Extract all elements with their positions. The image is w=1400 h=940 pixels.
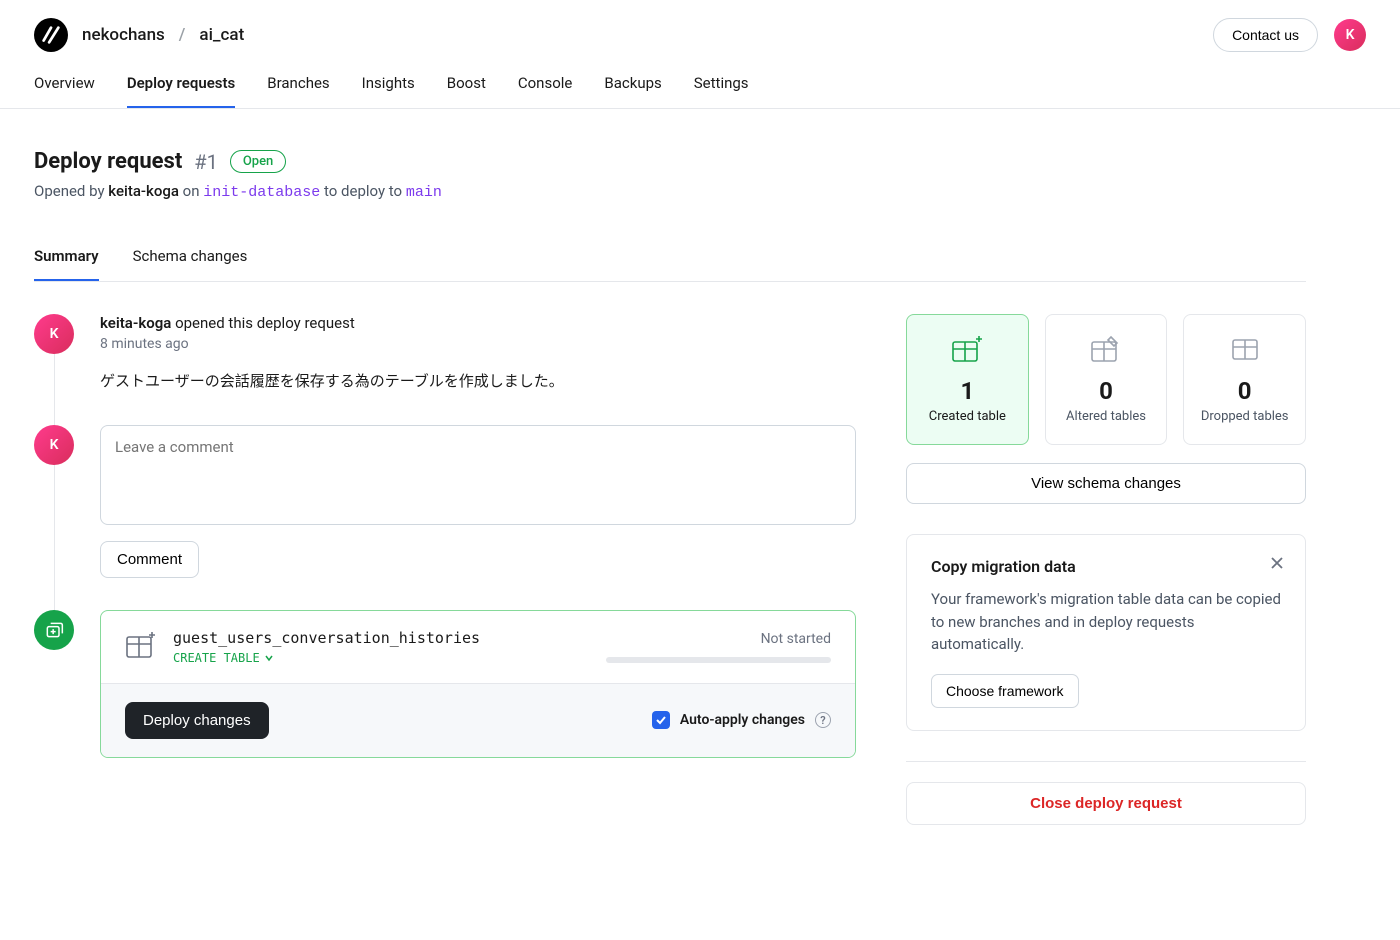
breadcrumb-org[interactable]: nekochans: [82, 25, 165, 45]
nav-branches[interactable]: Branches: [267, 74, 329, 108]
breadcrumb-separator: /: [179, 25, 186, 45]
target-branch-link[interactable]: main: [406, 184, 442, 201]
nav-deploy-requests[interactable]: Deploy requests: [127, 74, 235, 108]
top-bar: nekochans / ai_cat Contact us K: [0, 0, 1400, 52]
nav-backups[interactable]: Backups: [604, 74, 661, 108]
user-avatar[interactable]: K: [1334, 19, 1366, 51]
opened-by-label: Opened by: [34, 182, 105, 200]
main-nav: Overview Deploy requests Branches Insigh…: [0, 52, 1400, 109]
altered-count: 0: [1056, 377, 1157, 405]
nav-console[interactable]: Console: [518, 74, 573, 108]
stack-plus-icon: [44, 620, 64, 640]
page-title: Deploy request: [34, 149, 182, 174]
header-subline: Opened by keita-koga on init-database to…: [34, 182, 1306, 201]
schema-stats: 1 Created table 0 Altered tables: [906, 314, 1306, 445]
current-user-avatar[interactable]: K: [34, 425, 74, 465]
table-drop-icon: [1228, 335, 1262, 363]
progress-bar: [606, 657, 831, 663]
nav-settings[interactable]: Settings: [694, 74, 749, 108]
status-badge: Open: [230, 150, 286, 173]
chevron-down-icon: [264, 653, 274, 663]
top-right: Contact us K: [1213, 18, 1366, 52]
comment-button[interactable]: Comment: [100, 541, 199, 578]
migration-body: Your framework's migration table data ca…: [931, 588, 1281, 656]
breadcrumb: nekochans / ai_cat: [34, 18, 244, 52]
auto-apply-checkbox[interactable]: [652, 711, 670, 729]
table-edit-icon: [1089, 335, 1123, 363]
source-branch-link[interactable]: init-database: [203, 184, 320, 201]
close-deploy-request-button[interactable]: Close deploy request: [906, 782, 1306, 825]
table-plus-icon: [125, 631, 157, 663]
table-create-icon: [950, 335, 984, 363]
altered-label: Altered tables: [1056, 409, 1157, 424]
stat-dropped[interactable]: 0 Dropped tables: [1183, 314, 1306, 445]
close-icon: [1269, 555, 1285, 571]
sub-tabs: Summary Schema changes: [34, 247, 1306, 282]
dropped-count: 0: [1194, 377, 1295, 405]
event-time: 8 minutes ago: [100, 336, 856, 352]
page-header: Deploy request #1 Open: [34, 149, 1306, 174]
deploy-request-number: #1: [194, 150, 218, 174]
migration-close-button[interactable]: [1269, 555, 1285, 575]
event-action: opened this deploy request: [175, 314, 355, 332]
view-schema-changes-button[interactable]: View schema changes: [906, 463, 1306, 504]
tab-summary[interactable]: Summary: [34, 247, 99, 281]
timeline-comment: K Comment: [34, 425, 856, 610]
help-icon[interactable]: ?: [815, 712, 831, 728]
tab-schema-changes[interactable]: Schema changes: [133, 247, 248, 281]
comment-input[interactable]: [100, 425, 856, 525]
deploy-card: guest_users_conversation_histories CREAT…: [100, 610, 856, 758]
stat-created[interactable]: 1 Created table: [906, 314, 1029, 445]
ddl-label: CREATE TABLE: [173, 651, 260, 665]
deploy-step-icon: [34, 610, 74, 650]
choose-framework-button[interactable]: Choose framework: [931, 674, 1079, 708]
author-avatar[interactable]: K: [34, 314, 74, 354]
breadcrumb-repo[interactable]: ai_cat: [199, 25, 244, 45]
divider: [906, 761, 1306, 762]
check-icon: [655, 714, 667, 726]
dropped-label: Dropped tables: [1194, 409, 1295, 424]
stat-altered[interactable]: 0 Altered tables: [1045, 314, 1168, 445]
nav-overview[interactable]: Overview: [34, 74, 95, 108]
deploy-changes-button[interactable]: Deploy changes: [125, 702, 269, 739]
event-description: ゲストユーザーの会話履歴を保存する為のテーブルを作成しました。: [100, 370, 856, 393]
created-label: Created table: [917, 409, 1018, 424]
ddl-toggle[interactable]: CREATE TABLE: [173, 651, 480, 665]
auto-apply-label: Auto-apply changes: [680, 712, 805, 728]
logo[interactable]: [34, 18, 68, 52]
author-link[interactable]: keita-koga: [108, 182, 179, 200]
table-name: guest_users_conversation_histories: [173, 629, 480, 647]
deploy-to-label: to deploy to: [324, 182, 402, 200]
logo-icon: [40, 24, 62, 46]
nav-boost[interactable]: Boost: [447, 74, 486, 108]
event-author[interactable]: keita-koga: [100, 314, 171, 332]
timeline: K keita-koga opened this deploy request …: [34, 314, 856, 758]
created-count: 1: [917, 377, 1018, 405]
event-heading: keita-koga opened this deploy request: [100, 314, 856, 332]
deploy-status: Not started: [761, 631, 831, 647]
migration-title: Copy migration data: [931, 557, 1281, 576]
timeline-deploy-card: guest_users_conversation_histories CREAT…: [34, 610, 856, 758]
nav-insights[interactable]: Insights: [362, 74, 415, 108]
migration-card: Copy migration data Your framework's mig…: [906, 534, 1306, 731]
auto-apply-group: Auto-apply changes ?: [652, 711, 831, 729]
on-label: on: [183, 182, 200, 200]
timeline-opened-event: K keita-koga opened this deploy request …: [34, 314, 856, 425]
contact-us-button[interactable]: Contact us: [1213, 18, 1318, 52]
